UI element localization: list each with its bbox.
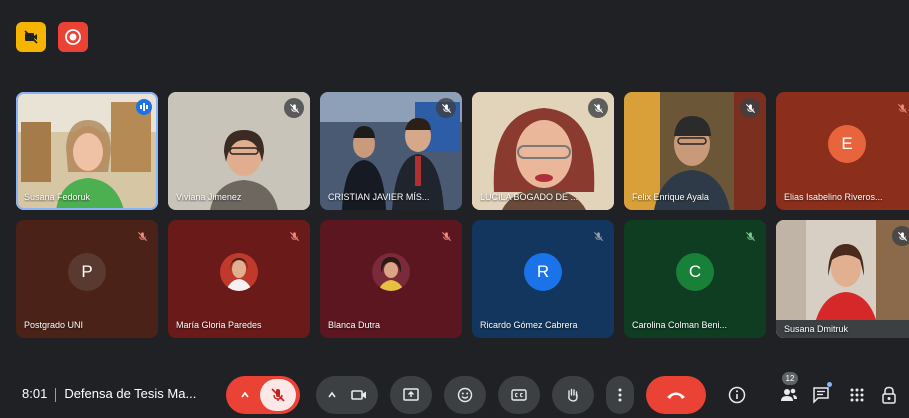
participant-name: Blanca Dutra — [328, 320, 381, 330]
meeting-title[interactable]: Defensa de Tesis Ma... — [64, 386, 196, 401]
avatar: R — [524, 252, 562, 291]
participant-tile[interactable]: Viviana Jimenez — [168, 92, 310, 210]
muted-indicator — [740, 98, 760, 118]
mic-control-group — [226, 376, 300, 414]
people-icon — [781, 388, 797, 401]
present-screen-icon — [403, 388, 419, 401]
muted-indicator — [436, 226, 456, 246]
mic-options-button[interactable] — [230, 390, 260, 400]
avatar-photo — [372, 252, 410, 291]
record-icon — [65, 29, 81, 45]
mic-off-icon — [289, 231, 299, 241]
present-screen-button[interactable] — [390, 376, 432, 414]
participant-name: María Gloria Paredes — [176, 320, 262, 330]
participant-tile[interactable]: C Carolina Colman Beni... — [624, 220, 766, 338]
speaking-indicator — [136, 99, 152, 115]
camera-off-icon — [24, 30, 38, 44]
avatar — [220, 252, 258, 291]
camera-toggle-button[interactable] — [344, 388, 374, 402]
participant-name: Ricardo Gómez Cabrera — [480, 320, 578, 330]
emoji-icon — [457, 387, 473, 403]
muted-indicator — [892, 98, 909, 118]
participant-tile[interactable]: Susana Fedoruk — [16, 92, 158, 210]
bottom-control-bar: 8:01 Defensa de Tesis Ma... 12 — [0, 372, 909, 418]
leave-call-button[interactable] — [646, 376, 706, 414]
participant-tile[interactable]: Blanca Dutra — [320, 220, 462, 338]
participant-name: Carolina Colman Beni... — [632, 320, 728, 330]
mic-off-icon — [593, 231, 603, 241]
participant-tile[interactable]: R Ricardo Gómez Cabrera — [472, 220, 614, 338]
muted-indicator — [284, 226, 304, 246]
participant-tile[interactable]: CRISTIAN JAVIER MÍS... — [320, 92, 462, 210]
muted-indicator — [740, 226, 760, 246]
audio-levels-icon — [140, 103, 148, 111]
raise-hand-button[interactable] — [552, 376, 594, 414]
more-options-button[interactable] — [606, 376, 634, 414]
captions-button[interactable] — [498, 376, 540, 414]
apps-grid-icon — [850, 388, 864, 402]
lock-person-icon — [882, 386, 896, 404]
participant-name: CRISTIAN JAVIER MÍS... — [328, 192, 430, 202]
camera-options-button[interactable] — [320, 390, 344, 400]
muted-indicator — [892, 226, 909, 246]
reactions-button[interactable] — [444, 376, 486, 414]
participant-name: Susana Fedoruk — [24, 192, 91, 202]
chevron-up-icon — [241, 391, 249, 398]
muted-indicator — [588, 98, 608, 118]
mic-off-icon — [289, 103, 299, 113]
participant-name: Felix Enrique Ayala — [632, 192, 709, 202]
mic-off-icon — [897, 231, 907, 241]
mic-toggle-button[interactable] — [260, 379, 296, 411]
avatar: E — [828, 124, 866, 163]
participant-tile[interactable]: María Gloria Paredes — [168, 220, 310, 338]
avatar: P — [68, 252, 106, 291]
muted-indicator — [284, 98, 304, 118]
unread-dot — [827, 382, 832, 387]
participant-name: Susana Dmitruk — [776, 320, 909, 338]
more-vert-icon — [618, 388, 622, 402]
muted-indicator — [436, 98, 456, 118]
chat-button[interactable] — [808, 382, 834, 408]
mic-off-icon — [271, 388, 285, 402]
meeting-time: 8:01 — [22, 386, 48, 401]
participant-name: Elias Isabelino Riveros... — [784, 192, 883, 202]
muted-indicator — [588, 226, 608, 246]
chat-icon — [813, 387, 829, 404]
participant-tile[interactable]: Susana Dmitruk — [776, 220, 909, 338]
host-controls-button[interactable] — [876, 382, 902, 408]
hand-icon — [568, 388, 578, 402]
meeting-info: 8:01 Defensa de Tesis Ma... — [22, 386, 196, 402]
participant-name: Viviana Jimenez — [176, 192, 242, 202]
mic-off-icon — [441, 103, 451, 113]
mic-off-icon — [897, 103, 907, 113]
end-call-icon — [667, 392, 685, 399]
mic-off-icon — [745, 231, 755, 241]
mic-off-icon — [137, 231, 147, 241]
recording-indicator[interactable] — [58, 22, 88, 52]
mic-off-icon — [441, 231, 451, 241]
participant-name: LUCILA BOGADO DE ... — [480, 192, 579, 202]
activities-button[interactable] — [844, 382, 870, 408]
participant-tile[interactable]: P Postgrado UNI — [16, 220, 158, 338]
participant-tile[interactable]: E Elias Isabelino Riveros... — [776, 92, 909, 210]
closed-captions-icon — [511, 389, 527, 401]
chevron-up-icon — [328, 391, 336, 398]
camera-off-indicator[interactable] — [16, 22, 46, 52]
avatar — [372, 252, 410, 291]
camera-control-group — [316, 376, 378, 414]
mic-off-icon — [745, 103, 755, 113]
participant-tile[interactable]: Felix Enrique Ayala — [624, 92, 766, 210]
meeting-details-button[interactable] — [724, 382, 750, 408]
info-icon — [728, 386, 746, 404]
video-camera-icon — [351, 390, 366, 400]
people-button[interactable] — [776, 382, 802, 408]
avatar-photo — [220, 252, 258, 291]
participant-name: Postgrado UNI — [24, 320, 84, 330]
divider — [55, 387, 57, 402]
participant-tile[interactable]: LUCILA BOGADO DE ... — [472, 92, 614, 210]
muted-indicator — [132, 226, 152, 246]
top-toolbar — [16, 22, 88, 52]
avatar: C — [676, 252, 714, 291]
mic-off-icon — [593, 103, 603, 113]
